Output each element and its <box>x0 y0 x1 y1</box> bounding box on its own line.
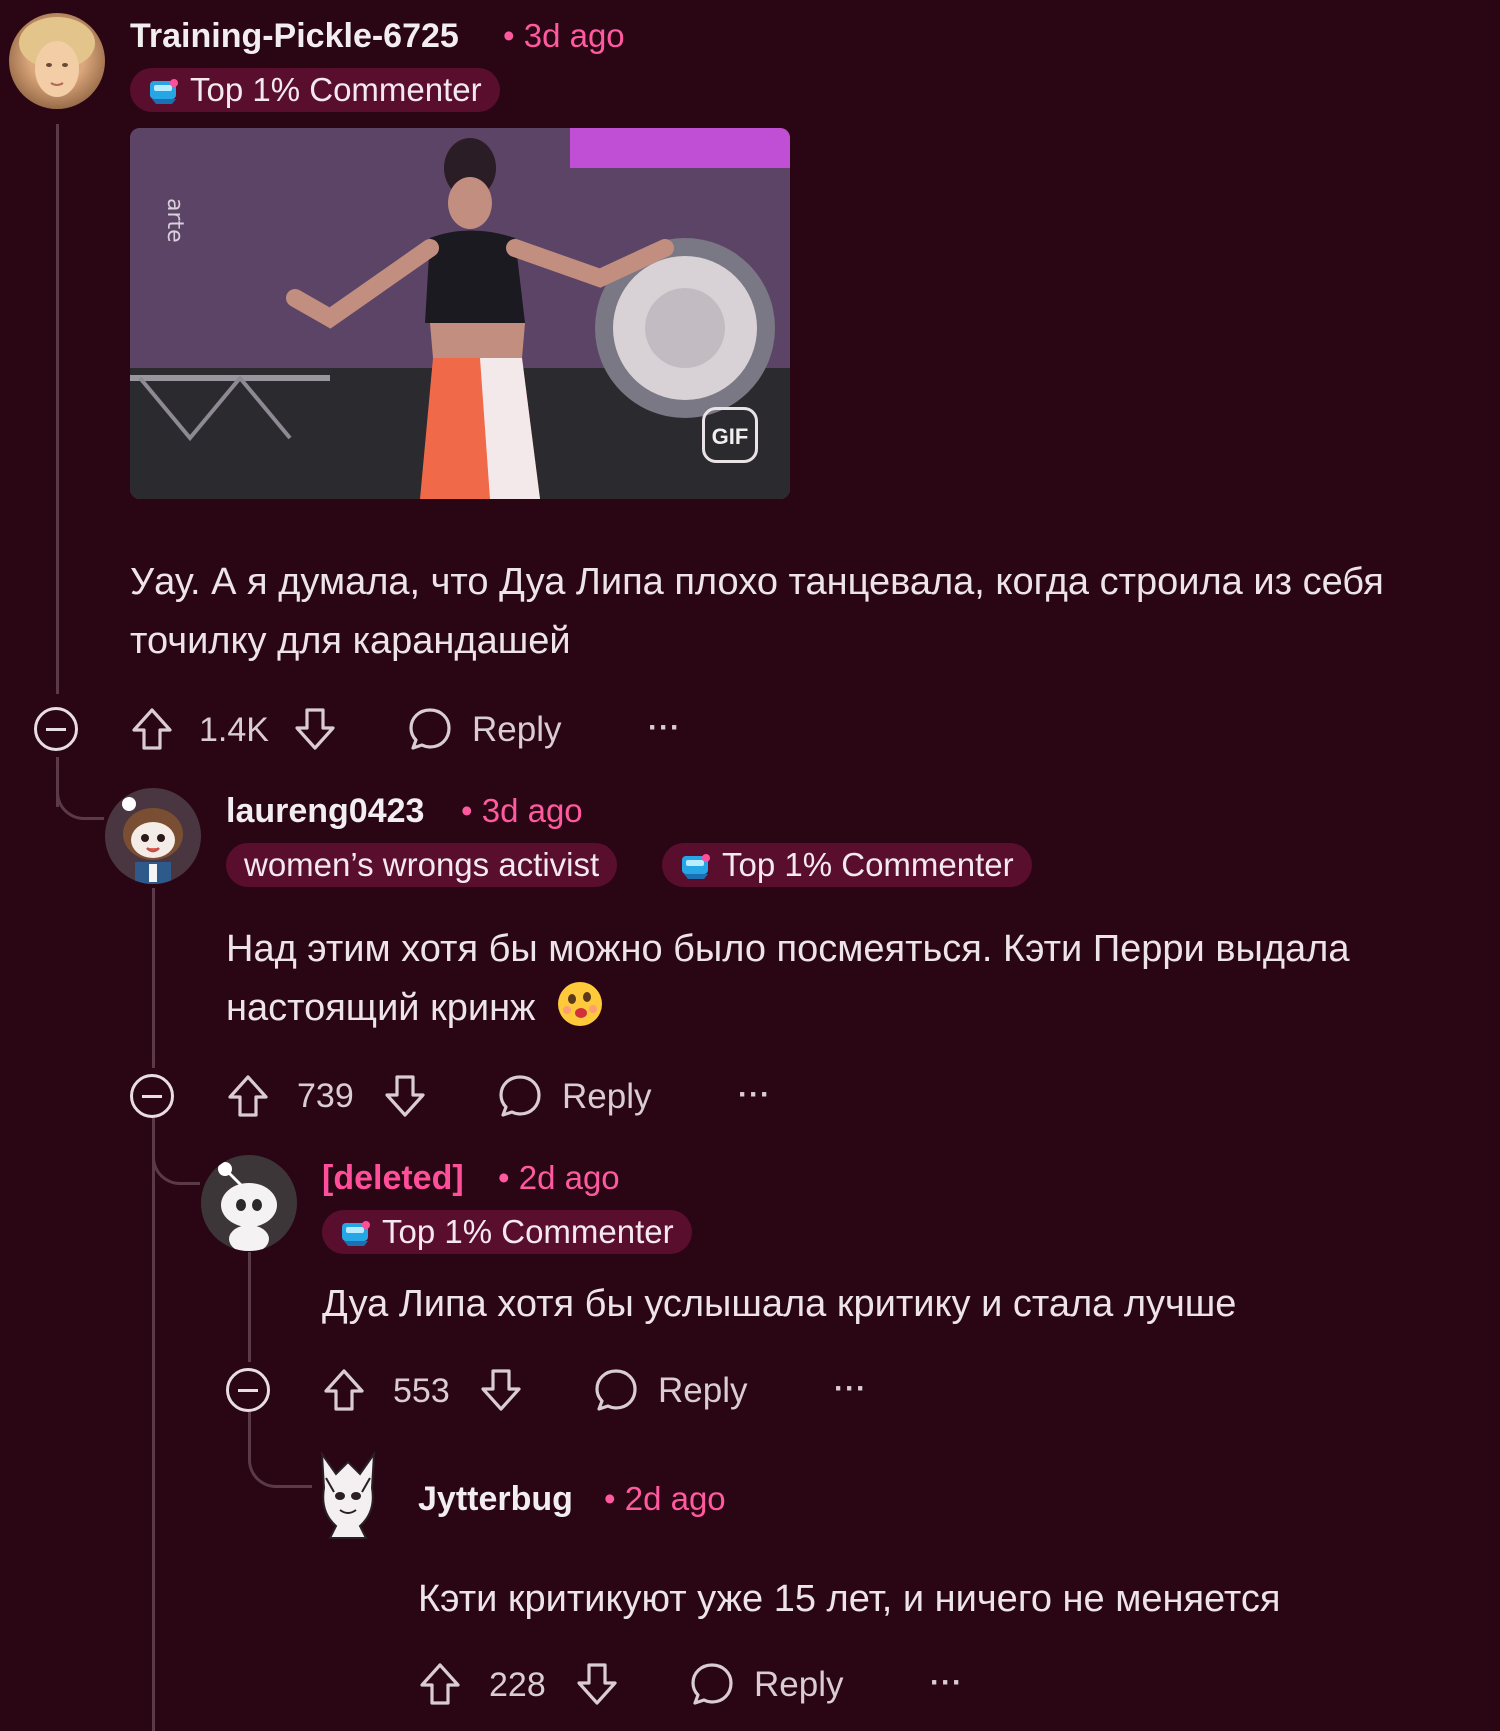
flair-badge: Top 1% Commenter <box>322 1210 692 1254</box>
top-commenter-icon <box>680 852 712 880</box>
user-flair: women’s wrongs activist <box>226 843 618 887</box>
flair-badge: Top 1% Commenter <box>662 843 1032 887</box>
avatar[interactable] <box>310 1448 386 1540</box>
top-commenter-icon <box>340 1219 372 1247</box>
reply-button[interactable]: Reply <box>472 710 561 750</box>
thread-line-2-curve <box>152 1118 200 1185</box>
timestamp: • 3d ago <box>461 792 583 829</box>
gif-media[interactable]: arte GIF <box>130 128 790 499</box>
comment-bubble-icon[interactable] <box>593 1367 639 1413</box>
comment-bubble-icon[interactable] <box>407 706 453 752</box>
flair-badge: Top 1% Commenter <box>130 68 500 112</box>
upvote-icon[interactable] <box>130 706 174 752</box>
flair-label: women’s wrongs activist <box>244 846 600 883</box>
upvote-icon[interactable] <box>226 1073 270 1119</box>
thread-line-2b <box>152 1114 155 1731</box>
avatar[interactable] <box>9 13 105 109</box>
vote-count: 228 <box>489 1666 546 1704</box>
flair-label: Top 1% Commenter <box>190 71 482 108</box>
comment-bubble-icon[interactable] <box>689 1661 735 1707</box>
username[interactable]: [deleted] <box>322 1159 464 1198</box>
username[interactable]: Training-Pickle-6725 <box>130 17 459 56</box>
collapse-thread-icon[interactable] <box>226 1368 270 1412</box>
vote-count: 1.4K <box>199 711 269 749</box>
top-commenter-icon <box>148 77 180 105</box>
comment-body: Над этим хотя бы можно было посмеяться. … <box>226 920 1466 1046</box>
downvote-icon[interactable] <box>575 1661 619 1707</box>
avatar[interactable] <box>105 788 201 884</box>
timestamp: • 2d ago <box>604 1480 726 1517</box>
downvote-icon[interactable] <box>479 1367 523 1413</box>
comment-text: Над этим хотя бы можно было посмеяться. … <box>226 928 1350 1029</box>
thread-line-1 <box>56 124 59 694</box>
reply-button[interactable]: Reply <box>658 1371 747 1411</box>
sketch-avatar-icon <box>320 1450 376 1539</box>
thread-line-3 <box>248 1252 251 1362</box>
snoo-avatar-icon <box>105 788 201 884</box>
flair-label: Top 1% Commenter <box>382 1213 674 1250</box>
timestamp: • 3d ago <box>503 17 625 54</box>
default-snoo-icon <box>201 1155 297 1251</box>
username[interactable]: laureng0423 <box>226 792 424 831</box>
comment-body: Уау. А я думала, что Дуа Липа плохо танц… <box>130 561 1384 662</box>
gif-image: arte <box>130 128 790 499</box>
more-options-icon[interactable]: ··· <box>834 1372 867 1406</box>
reply-button[interactable]: Reply <box>754 1665 843 1705</box>
downvote-icon[interactable] <box>383 1073 427 1119</box>
emoji <box>556 980 604 1046</box>
downvote-icon[interactable] <box>293 706 337 752</box>
username[interactable]: Jytterbug <box>418 1480 573 1519</box>
comment-body: Дуа Липа хотя бы услышала критику и стал… <box>322 1283 1237 1325</box>
thread-line-3-curve <box>248 1408 312 1488</box>
gif-badge: GIF <box>702 407 758 463</box>
user-portrait-icon <box>19 17 95 97</box>
timestamp: • 2d ago <box>498 1159 620 1196</box>
svg-text:arte: arte <box>162 198 187 243</box>
avatar[interactable] <box>201 1155 297 1251</box>
more-options-icon[interactable]: ··· <box>930 1666 963 1700</box>
thread-line-1-curve <box>56 760 104 820</box>
reply-button[interactable]: Reply <box>562 1077 651 1117</box>
vote-count: 739 <box>297 1077 354 1115</box>
comment-bubble-icon[interactable] <box>497 1073 543 1119</box>
upvote-icon[interactable] <box>322 1367 366 1413</box>
more-options-icon[interactable]: ··· <box>738 1078 771 1112</box>
dizzy-face-emoji-icon <box>558 982 603 1026</box>
flair-label: Top 1% Commenter <box>722 846 1014 883</box>
thread-line-2 <box>152 888 155 1068</box>
more-options-icon[interactable]: ··· <box>648 711 681 745</box>
comment-body: Кэти критикуют уже 15 лет, и ничего не м… <box>418 1578 1281 1620</box>
vote-count: 553 <box>393 1372 450 1410</box>
collapse-thread-icon[interactable] <box>34 707 78 751</box>
collapse-thread-icon[interactable] <box>130 1074 174 1118</box>
upvote-icon[interactable] <box>418 1661 462 1707</box>
